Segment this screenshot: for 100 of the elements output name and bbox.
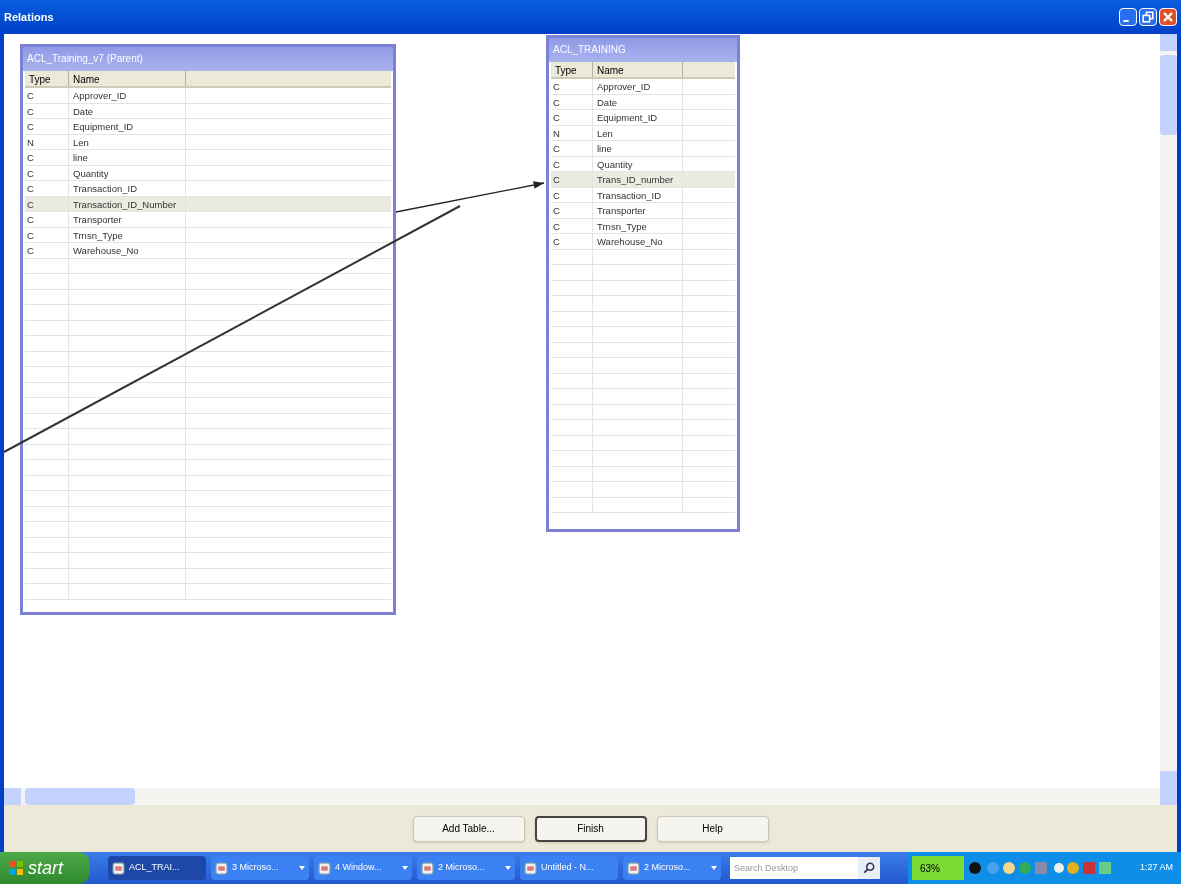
field-type: C: [551, 172, 593, 187]
field-type: C: [551, 79, 593, 94]
taskbar-button[interactable]: 3 Microso...: [211, 856, 309, 880]
field-row[interactable]: N Len: [551, 125, 735, 141]
field-row[interactable]: C Transporter: [25, 212, 391, 228]
field-row[interactable]: C line: [25, 150, 391, 166]
minimize-icon: [1123, 20, 1129, 22]
field-row[interactable]: C Approver_ID: [25, 88, 391, 104]
field-row[interactable]: C Trnsn_Type: [25, 227, 391, 243]
field-name: Approver_ID: [593, 79, 683, 94]
field-name: Quantity: [69, 165, 186, 180]
field-name: Transaction_ID_Number: [69, 196, 186, 211]
field-row[interactable]: C Trnsn_Type: [551, 218, 735, 234]
field-type: C: [551, 94, 593, 109]
field-row[interactable]: C Transporter: [551, 203, 735, 219]
horizontal-scrollbar[interactable]: [4, 788, 1177, 805]
field-row[interactable]: C Equipment_ID: [25, 119, 391, 135]
taskbar-button[interactable]: 2 Microso...: [417, 856, 515, 880]
search-icon[interactable]: [858, 857, 880, 879]
field-row[interactable]: C Date: [25, 103, 391, 119]
field-name: Len: [593, 125, 683, 140]
field-name: Transporter: [593, 203, 683, 218]
field-type: C: [25, 88, 69, 103]
field-name: Quantity: [593, 156, 683, 171]
start-button[interactable]: start: [0, 852, 90, 884]
app-icon: [318, 861, 331, 875]
field-row[interactable]: C Approver_ID: [551, 79, 735, 95]
dialog-button[interactable]: Finish: [534, 815, 647, 842]
app-icon: [215, 861, 228, 875]
field-row[interactable]: C Trans_ID_number: [551, 172, 735, 188]
field-row[interactable]: C Transaction_ID: [25, 181, 391, 197]
field-type: C: [25, 103, 69, 118]
field-type: C: [551, 156, 593, 171]
field-type: N: [25, 134, 69, 149]
dialog-button[interactable]: Add Table...: [412, 815, 525, 842]
field-row[interactable]: C Quantity: [25, 165, 391, 181]
field-name: Len: [69, 134, 186, 149]
app-icon: [524, 861, 537, 875]
column-header[interactable]: Name: [593, 62, 683, 77]
field-type: C: [551, 218, 593, 233]
field-name: Warehouse_No: [593, 234, 683, 249]
field-name: line: [593, 141, 683, 156]
start-label: start: [28, 856, 63, 880]
field-type: C: [25, 150, 69, 165]
column-header[interactable]: Name: [69, 71, 186, 86]
field-row[interactable]: C line: [551, 141, 735, 157]
field-name: line: [69, 150, 186, 165]
field-name: Transaction_ID: [69, 181, 186, 196]
field-name: Approver_ID: [69, 88, 186, 103]
field-row[interactable]: N Len: [25, 134, 391, 150]
dialog-button[interactable]: Help: [656, 815, 769, 842]
restore-button[interactable]: [1139, 8, 1157, 26]
field-type: C: [551, 141, 593, 156]
search-field[interactable]: Search Desktop: [730, 857, 858, 879]
field-type: C: [25, 165, 69, 180]
field-type: C: [25, 119, 69, 134]
field-row[interactable]: C Warehouse_No: [551, 234, 735, 250]
table-window[interactable]: ACL_Training_v7 (Parent) Type Name C Approver_ID C Date C Equipment_ID N Len C line C Quantity C Transaction_ID C Transaction_ID_Number C Transporter C Trnsn_Type C Warehouse_No: [20, 44, 396, 615]
restore-icon: [1140, 9, 1156, 25]
field-type: C: [551, 234, 593, 249]
field-name: Transporter: [69, 212, 186, 227]
app-icon: [112, 861, 125, 875]
field-name: Trnsn_Type: [69, 227, 186, 242]
field-name: Equipment_ID: [593, 110, 683, 125]
field-type: C: [25, 212, 69, 227]
app-icon: [627, 861, 640, 875]
field-type: C: [25, 181, 69, 196]
battery-meter: 63%: [912, 856, 964, 880]
field-name: Trans_ID_number: [593, 172, 683, 187]
taskbar-button[interactable]: ACL_TRAI...: [108, 856, 206, 880]
field-type: C: [25, 227, 69, 242]
vertical-scrollbar[interactable]: [1160, 34, 1177, 788]
minimize-button[interactable]: [1119, 8, 1137, 26]
window-title: Relations: [4, 9, 54, 25]
field-type: N: [551, 125, 593, 140]
clock: 1:27 AM: [1139, 861, 1174, 875]
field-type: C: [551, 110, 593, 125]
field-type: C: [25, 243, 69, 258]
field-type: C: [551, 203, 593, 218]
field-name: Equipment_ID: [69, 119, 186, 134]
field-name: Transaction_ID: [593, 187, 683, 202]
field-row[interactable]: C Equipment_ID: [551, 110, 735, 126]
taskbar-button[interactable]: Untitled - N...: [520, 856, 618, 880]
field-name: Warehouse_No: [69, 243, 186, 258]
taskbar-button[interactable]: 4 Window...: [314, 856, 412, 880]
field-row[interactable]: C Warehouse_No: [25, 243, 391, 259]
table-window[interactable]: ACL_TRAINING Type Name C Approver_ID C Date C Equipment_ID N Len C line C Quantity C Trans_ID_number C Transaction_ID C Transporter C Trnsn_Type C Warehouse_No: [546, 35, 740, 532]
field-row[interactable]: C Transaction_ID: [551, 187, 735, 203]
field-name: Date: [593, 94, 683, 109]
field-type: C: [551, 187, 593, 202]
column-header[interactable]: Type: [25, 71, 69, 86]
close-button[interactable]: [1159, 8, 1177, 26]
field-row[interactable]: C Date: [551, 94, 735, 110]
windows-logo-icon: [8, 860, 24, 876]
field-name: Date: [69, 103, 186, 118]
taskbar-button[interactable]: 2 Microso...: [623, 856, 721, 880]
app-icon: [421, 861, 434, 875]
field-name: Trnsn_Type: [593, 218, 683, 233]
column-header[interactable]: Type: [551, 62, 593, 77]
field-type: C: [25, 196, 69, 211]
